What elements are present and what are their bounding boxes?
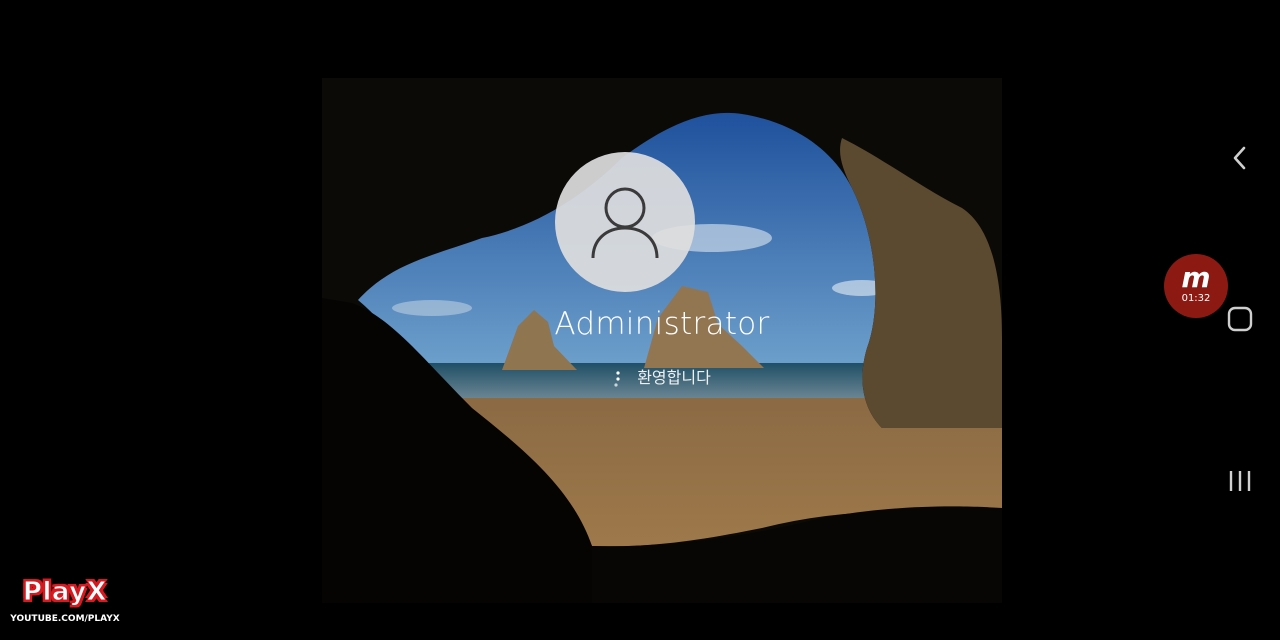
- loading-spinner-icon: [614, 370, 620, 387]
- lock-screen: Administrator 환영합니다: [322, 78, 1002, 603]
- home-button[interactable]: [1200, 297, 1280, 341]
- chevron-left-icon: [1233, 146, 1246, 170]
- user-icon: [591, 187, 659, 259]
- back-button[interactable]: [1200, 136, 1280, 180]
- playx-logo-text: PlayX: [22, 577, 108, 608]
- user-avatar: [555, 152, 695, 292]
- three-bars-icon: [1229, 471, 1251, 491]
- welcome-status: 환영합니다: [322, 364, 1002, 389]
- playx-watermark: PlayX YOUTUBE.COM/PLAYX: [8, 577, 122, 629]
- username-label: Administrator: [554, 306, 770, 342]
- rounded-square-icon: [1227, 306, 1253, 332]
- welcome-text: 환영합니다: [637, 368, 711, 387]
- recents-button[interactable]: [1200, 459, 1280, 503]
- playx-url-text: YOUTUBE.COM/PLAYX: [10, 614, 120, 624]
- navigation-bar: [1200, 0, 1280, 640]
